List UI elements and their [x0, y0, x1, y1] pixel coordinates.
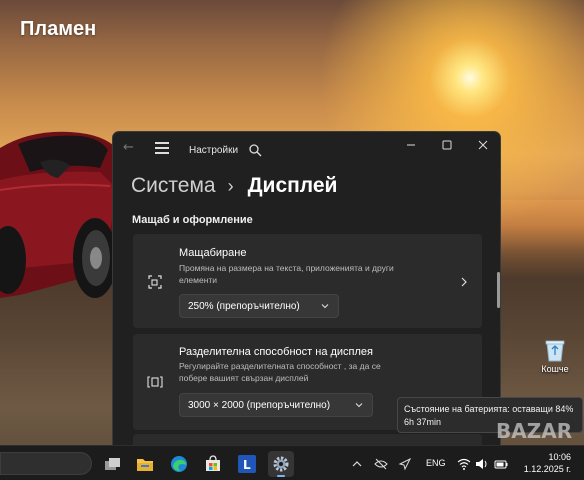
task-view-button[interactable]: [100, 451, 126, 477]
car-image: [0, 131, 126, 298]
file-explorer-button[interactable]: [132, 451, 158, 477]
eye-off-icon[interactable]: [374, 457, 388, 471]
battery-icon[interactable]: [494, 457, 508, 471]
recycle-bin[interactable]: Кошче: [533, 338, 577, 384]
maximize-icon: [442, 140, 452, 150]
window-title: Настройки: [189, 145, 239, 156]
breadcrumb: Система › Дисплей: [131, 171, 337, 201]
scale-title: Мащабиране: [179, 247, 247, 259]
clock-time: 10:06: [548, 452, 571, 462]
close-button[interactable]: [466, 132, 500, 158]
active-app-indicator: [277, 475, 285, 477]
page-title: Дисплей: [247, 174, 338, 197]
hamburger-menu-icon[interactable]: [155, 142, 169, 154]
settings-app-button[interactable]: [268, 451, 294, 477]
clock-date: 1.12.2025 г.: [523, 464, 571, 474]
settings-icon: [273, 456, 289, 472]
store-icon: [206, 455, 220, 471]
scale-description: Промяна на размера на текста, приложения…: [179, 263, 394, 285]
wifi-icon[interactable]: [457, 457, 471, 471]
resolution-icon: [147, 376, 163, 388]
scale-icon: [148, 275, 162, 289]
user-name-label: Пламен: [20, 18, 97, 40]
chevron-right-icon: ›: [227, 175, 234, 196]
recycle-bin-label: Кошче: [541, 364, 569, 374]
language-indicator[interactable]: ENG: [426, 458, 446, 468]
close-icon: [478, 140, 488, 150]
recycle-bin-icon: [545, 340, 565, 362]
edge-browser-button[interactable]: [166, 451, 192, 477]
svg-text:BAZAR: BAZAR: [496, 419, 572, 443]
chevron-up-icon[interactable]: [350, 457, 364, 471]
l-app-button[interactable]: L: [234, 451, 260, 477]
file-explorer-icon: [137, 459, 153, 471]
scale-dropdown-value: 250% (препоръчително): [188, 300, 300, 312]
section-title: Мащаб и оформление: [132, 214, 253, 226]
taskbar-search-box[interactable]: [0, 452, 92, 475]
taskbar: L ENG 10:06 1.12.2025 г.: [0, 445, 584, 480]
l-app-icon: L: [238, 455, 256, 473]
resolution-title: Разделителна способност на дисплея: [179, 346, 373, 358]
minimize-icon: [407, 144, 415, 146]
chevron-down-icon: [321, 304, 329, 309]
svg-text:L: L: [243, 458, 251, 472]
resolution-description: Регулирайте разделителната способност , …: [179, 361, 381, 383]
minimize-button[interactable]: [394, 132, 428, 158]
resolution-dropdown[interactable]: 3000 × 2000 (препоръчително): [179, 393, 373, 417]
edge-icon: [171, 456, 187, 472]
scale-dropdown[interactable]: 250% (препоръчително): [179, 294, 339, 318]
resolution-dropdown-value: 3000 × 2000 (препоръчително): [188, 399, 331, 411]
clock[interactable]: 10:06 1.12.2025 г.: [519, 451, 571, 475]
volume-icon[interactable]: [475, 457, 489, 471]
maximize-button[interactable]: [430, 132, 464, 158]
scale-setting-card[interactable]: Мащабиране Промяна на размера на текста,…: [133, 234, 482, 328]
chevron-right-icon[interactable]: [460, 277, 468, 287]
search-icon[interactable]: [248, 143, 262, 157]
location-arrow-icon[interactable]: [398, 457, 412, 471]
scrollbar[interactable]: [497, 272, 500, 308]
task-view-icon: [105, 458, 120, 470]
back-arrow-icon[interactable]: ←: [123, 141, 137, 155]
store-button[interactable]: [200, 451, 226, 477]
breadcrumb-parent-link[interactable]: Система: [131, 174, 216, 198]
title-bar: ← Настройки: [113, 132, 500, 164]
chevron-down-icon: [355, 403, 363, 408]
